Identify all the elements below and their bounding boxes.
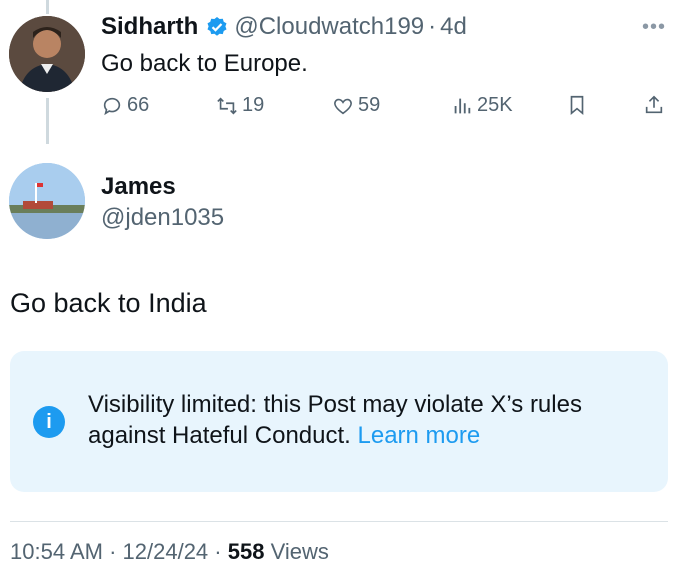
bookmark-button[interactable]: [566, 94, 588, 116]
post-author-name[interactable]: James: [101, 173, 176, 201]
views-button[interactable]: 25K: [451, 94, 513, 117]
separator-dot: ·: [109, 539, 123, 564]
reply-author-handle[interactable]: @Cloudwatch199: [234, 13, 424, 41]
post-views-label: Views: [270, 539, 329, 564]
post-time[interactable]: 10:54 AM: [10, 539, 103, 564]
post-date[interactable]: 12/24/24: [123, 539, 209, 564]
reply-actions: 66 19 59 25K: [101, 94, 671, 122]
analytics-icon: [454, 98, 471, 113]
avatar[interactable]: [9, 16, 85, 92]
info-icon: i: [33, 406, 65, 438]
reply-text: Go back to Europe.: [101, 50, 308, 77]
learn-more-link[interactable]: Learn more: [358, 422, 481, 449]
separator-dot: ·: [428, 13, 437, 40]
reply-icon: [103, 97, 121, 115]
reply-count: 66: [127, 94, 150, 116]
like-count: 59: [358, 94, 381, 116]
separator-dot: ·: [214, 539, 228, 564]
thread-line-top: [46, 0, 49, 14]
avatar[interactable]: [9, 163, 85, 239]
reply-time[interactable]: 4d: [440, 13, 467, 41]
divider: [10, 521, 668, 522]
notice-text: Visibility limited: this Post may violat…: [88, 391, 582, 449]
share-button[interactable]: [643, 94, 665, 116]
post-text: Go back to India: [10, 288, 207, 318]
thread-line: [46, 98, 49, 144]
notice-message: Visibility limited: this Post may violat…: [88, 389, 648, 451]
bookmark-icon: [570, 95, 584, 116]
reply-author-name[interactable]: Sidharth: [101, 13, 198, 41]
post-meta: 10:54 AM · 12/24/24 · 558 Views: [10, 539, 329, 565]
repost-button[interactable]: 19: [216, 94, 264, 117]
share-icon: [645, 95, 663, 114]
like-button[interactable]: 59: [332, 94, 380, 117]
post-views-count: 558: [227, 539, 265, 564]
reply-button[interactable]: 66: [101, 94, 149, 117]
repost-icon: [217, 96, 237, 115]
reply-header: Sidharth @Cloudwatch199 · 4d: [101, 13, 467, 41]
visibility-notice: i Visibility limited: this Post may viol…: [10, 351, 668, 492]
repost-count: 19: [242, 94, 265, 116]
heart-icon: [334, 98, 352, 114]
more-icon[interactable]: •••: [642, 16, 666, 39]
verified-badge-icon: [207, 17, 227, 36]
post-author-handle[interactable]: @jden1035: [101, 204, 224, 232]
views-count: 25K: [477, 94, 513, 116]
